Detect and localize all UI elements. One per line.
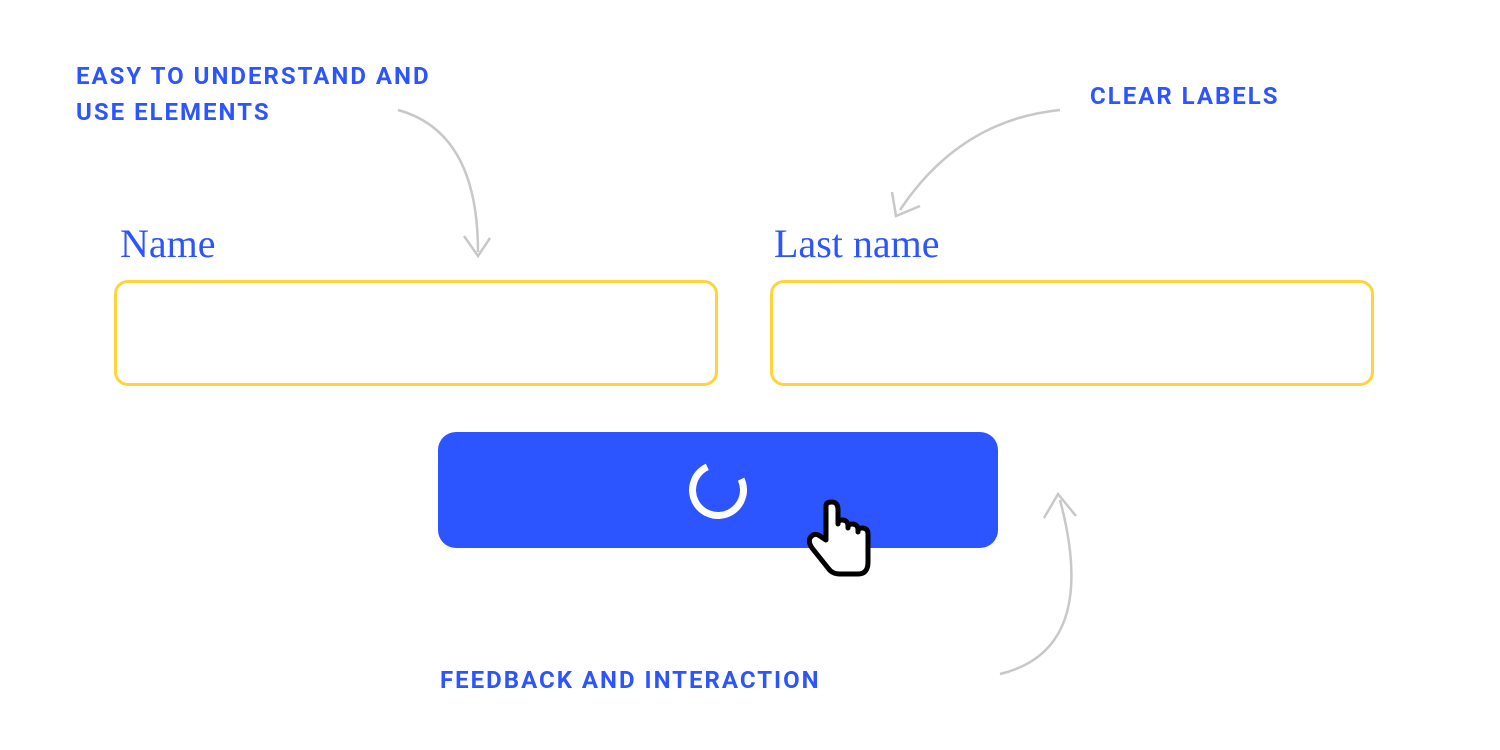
name-input[interactable] [114,280,718,386]
annotation-clear-labels: CLEAR LABELS [1090,78,1440,114]
arrow-feedback-to-button-icon [990,470,1120,690]
annotation-easy-elements: EASY TO UNDERSTAND AND USE ELEMENTS [76,58,436,130]
arrow-clear-to-label-icon [870,100,1070,240]
lastname-field-label: Last name [774,220,940,267]
lastname-input[interactable] [770,280,1374,386]
name-field-label: Name [120,220,216,267]
loading-spinner-icon [681,453,755,527]
submit-button[interactable] [438,432,998,548]
annotation-feedback-interaction: FEEDBACK AND INTERACTION [440,662,990,698]
pointer-cursor-icon [802,496,876,580]
